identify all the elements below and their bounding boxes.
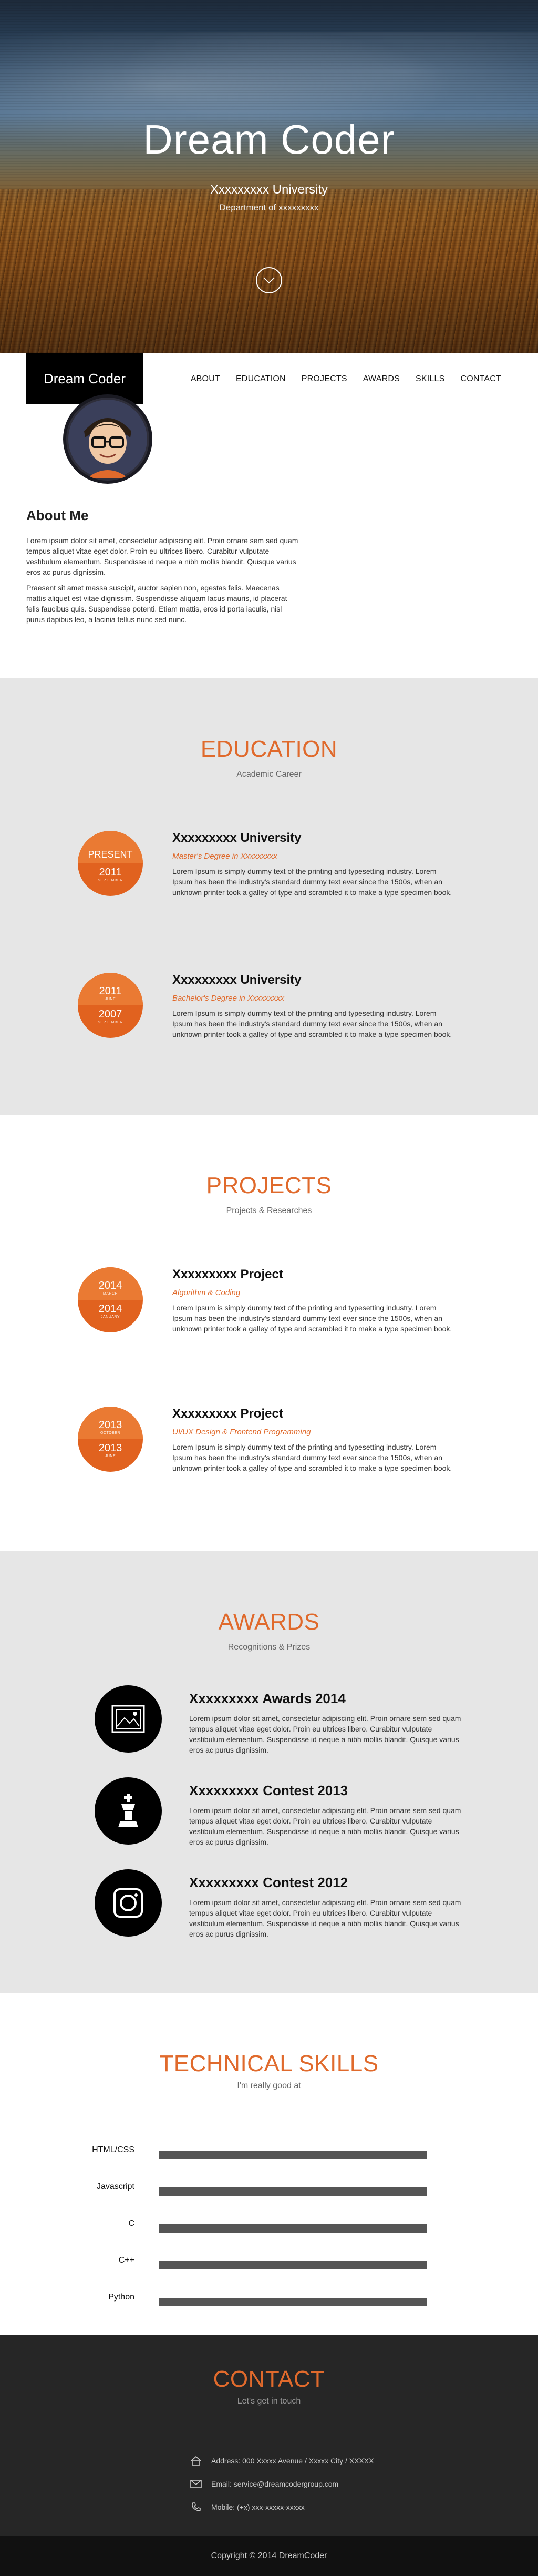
skill-bar-fill [159, 2187, 427, 2196]
contact-section: CONTACT Let's get in touch Address: 000 … [0, 2335, 538, 2537]
home-icon [189, 2455, 203, 2467]
projects-title: PROJECTS [206, 1173, 332, 1198]
skill-row: C [0, 2219, 538, 2233]
footer: Copyright © 2014 DreamCoder [0, 2536, 538, 2576]
degree-label: Bachelor's Degree in Xxxxxxxxx [172, 994, 284, 1003]
skill-bar [159, 2261, 427, 2269]
about-title: About Me [26, 507, 89, 523]
skill-row: Python [0, 2293, 538, 2306]
about-section: About Me Lorem ipsum dolor sit amet, con… [26, 507, 299, 630]
envelope-icon [189, 2478, 203, 2490]
brand-logo[interactable]: Dream Coder [26, 353, 143, 404]
projects-section: PROJECTS Projects & Researches 2014 MARCH… [0, 1115, 538, 1551]
about-paragraph: Praesent sit amet massa suscipit, auctor… [26, 584, 287, 624]
award-description: Lorem ipsum dolor sit amet, consectetur … [189, 1898, 461, 1938]
nav-item-skills[interactable]: SKILLS [416, 374, 444, 384]
skill-bar-fill [159, 2261, 427, 2269]
skills-section: TECHNICAL SKILLS I'm really good at HTML… [0, 1993, 538, 2335]
skills-subtitle: I'm really good at [237, 2081, 301, 2090]
education-subtitle: Academic Career [236, 770, 302, 779]
picture-frame-icon [95, 1685, 162, 1753]
award-description: Lorem ipsum dolor sit amet, consectetur … [189, 1714, 461, 1754]
item-description: Lorem Ipsum is simply dummy text of the … [172, 1443, 452, 1472]
camera-icon [95, 1869, 162, 1937]
institution-name: Xxxxxxxxx University [172, 973, 302, 987]
item-description: Lorem Ipsum is simply dummy text of the … [172, 1009, 452, 1038]
nav-item-projects[interactable]: PROJECTS [302, 374, 347, 384]
contact-email[interactable]: Email: service@dreamcodergroup.com [189, 2478, 338, 2490]
institution-name: Xxxxxxxxx University [172, 831, 302, 845]
skill-bar-fill [159, 2151, 427, 2159]
award-name: Xxxxxxxxx Contest 2013 [189, 1783, 348, 1798]
project-name: Xxxxxxxxx Project [172, 1407, 283, 1421]
skill-bar-fill [159, 2224, 427, 2233]
skill-bar [159, 2224, 427, 2233]
education-section: EDUCATION Academic Career PRESENT 2011 SE… [0, 678, 538, 1115]
project-name: Xxxxxxxxx Project [172, 1267, 283, 1281]
nav-item-contact[interactable]: CONTACT [460, 374, 501, 384]
chevron-down-icon[interactable] [256, 267, 282, 293]
chess-king-icon [95, 1777, 162, 1845]
skill-bar [159, 2187, 427, 2196]
contact-title: CONTACT [213, 2366, 325, 2392]
contact-mobile: Mobile: (+x) xxx-xxxxx-xxxxx [189, 2501, 305, 2513]
awards-title: AWARDS [218, 1609, 320, 1635]
skill-bar [159, 2151, 427, 2159]
item-description: Lorem Ipsum is simply dummy text of the … [172, 1304, 452, 1333]
hero-department: Department of xxxxxxxxx [219, 202, 319, 212]
project-role: UI/UX Design & Frontend Programming [172, 1428, 311, 1437]
skill-label: C++ [118, 2256, 134, 2265]
hero-title: Dream Coder [143, 116, 395, 162]
award-name: Xxxxxxxxx Awards 2014 [189, 1691, 346, 1706]
degree-label: Master's Degree in Xxxxxxxxx [172, 852, 277, 861]
item-description: Lorem Ipsum is simply dummy text of the … [172, 867, 452, 897]
copyright-text: Copyright © 2014 DreamCoder [211, 2551, 327, 2560]
date-badge: PRESENT 2011 SEPTEMBER [78, 831, 143, 896]
avatar [63, 394, 152, 484]
about-paragraph: Lorem ipsum dolor sit amet, consectetur … [26, 536, 298, 576]
skill-row: Javascript [0, 2182, 538, 2196]
project-role: Algorithm & Coding [172, 1288, 241, 1297]
award-name: Xxxxxxxxx Contest 2012 [189, 1875, 348, 1890]
awards-section: AWARDS Recognitions & Prizes Xxxxxxxxx A… [0, 1551, 538, 1993]
skill-row: HTML/CSS [0, 2145, 538, 2159]
skill-label: HTML/CSS [92, 2145, 134, 2154]
top-navbar: Dream Coder ABOUT EDUCATION PROJECTS AWA… [0, 353, 538, 409]
skill-bar-fill [159, 2298, 427, 2306]
date-badge: 2013 OCTOBER 2013 JUNE [78, 1407, 143, 1472]
skills-title: TECHNICAL SKILLS [159, 2051, 379, 2076]
awards-subtitle: Recognitions & Prizes [227, 1643, 311, 1652]
skill-row: C++ [0, 2256, 538, 2269]
nav-menu: ABOUT EDUCATION PROJECTS AWARDS SKILLS C… [191, 374, 501, 384]
hero-banner: Dream Coder Xxxxxxxxx University Departm… [0, 0, 538, 358]
date-badge: 2011 JUNE 2007 SEPTEMBER [78, 973, 143, 1038]
nav-item-education[interactable]: EDUCATION [236, 374, 286, 384]
skill-bar [159, 2298, 427, 2306]
contact-address: Address: 000 Xxxxx Avenue / Xxxxx City /… [189, 2455, 374, 2467]
date-badge: 2014 MARCH 2014 JANUARY [78, 1267, 143, 1332]
nav-item-about[interactable]: ABOUT [191, 374, 220, 384]
contact-subtitle: Let's get in touch [237, 2397, 301, 2406]
award-description: Lorem ipsum dolor sit amet, consectetur … [189, 1806, 461, 1846]
hero-university: Xxxxxxxxx University [210, 182, 328, 197]
skill-label: Javascript [96, 2182, 134, 2191]
education-title: EDUCATION [200, 736, 338, 762]
skill-label: C [128, 2219, 134, 2228]
projects-subtitle: Projects & Researches [226, 1206, 312, 1215]
phone-icon [189, 2501, 203, 2513]
skill-label: Python [108, 2293, 134, 2302]
nav-item-awards[interactable]: AWARDS [363, 374, 400, 384]
